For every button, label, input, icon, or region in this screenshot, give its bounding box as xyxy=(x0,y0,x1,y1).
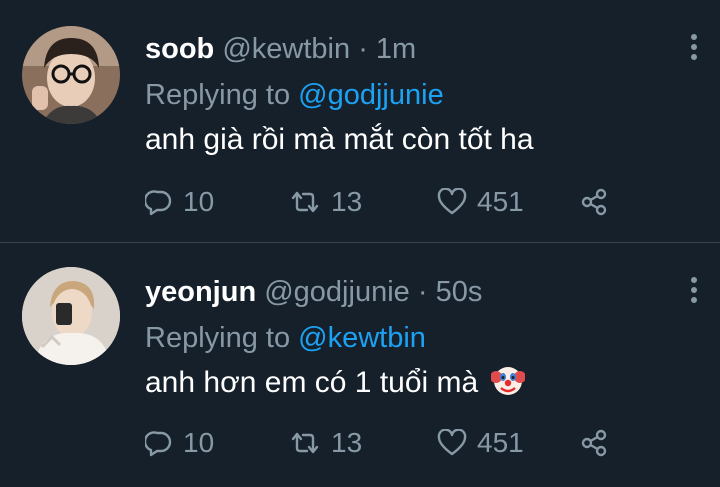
tweet-actions: 10 13 451 xyxy=(145,425,625,465)
tweet-timestamp[interactable]: 1m xyxy=(376,33,416,65)
replying-to-line: Replying to @kewtbin xyxy=(145,319,660,357)
retweet-button[interactable]: 13 xyxy=(289,184,362,220)
like-button[interactable]: 451 xyxy=(437,425,524,461)
reply-count: 10 xyxy=(183,427,215,458)
replying-to-handle[interactable]: @godjjunie xyxy=(298,79,444,111)
reply-button[interactable]: 10 xyxy=(145,425,214,461)
retweet-icon xyxy=(291,191,319,213)
meta-separator: · xyxy=(358,33,368,65)
replying-to-handle[interactable]: @kewtbin xyxy=(298,322,426,354)
like-count: 451 xyxy=(477,427,524,458)
reply-button[interactable]: 10 xyxy=(145,184,214,220)
user-handle[interactable]: @godjjunie xyxy=(264,276,410,308)
display-name[interactable]: yeonjun xyxy=(145,276,256,308)
replying-to-label: Replying to xyxy=(145,322,291,354)
share-button[interactable] xyxy=(579,184,619,220)
retweet-count: 13 xyxy=(331,186,363,217)
like-count: 451 xyxy=(477,186,524,217)
tweet-timestamp[interactable]: 50s xyxy=(436,276,483,308)
user-handle[interactable]: @kewtbin xyxy=(222,33,350,65)
like-button[interactable]: 451 xyxy=(437,184,524,220)
share-icon xyxy=(581,429,607,457)
retweet-button[interactable]: 13 xyxy=(289,425,362,461)
reply-count: 10 xyxy=(183,186,215,217)
retweet-icon xyxy=(291,432,319,454)
share-button[interactable] xyxy=(579,425,619,461)
tweet-1[interactable]: soob @kewtbin · 1m Replying to @godjjuni… xyxy=(0,0,720,242)
tweet-header: yeonjun @godjjunie · 50s xyxy=(145,273,660,311)
heart-icon xyxy=(437,188,467,215)
meta-separator: · xyxy=(417,276,428,308)
retweet-count: 13 xyxy=(331,427,363,458)
heart-icon xyxy=(437,429,467,456)
tweet-text-body: anh già rồi mà mắt còn tốt ha xyxy=(145,123,534,156)
clown-face-emoji xyxy=(489,364,526,409)
tweet-actions: 10 13 451 xyxy=(145,184,625,224)
tweet-text-body: anh hơn em có 1 tuổi mà xyxy=(145,366,479,399)
share-icon xyxy=(581,188,607,216)
replying-to-line: Replying to @godjjunie xyxy=(145,76,660,114)
reply-icon xyxy=(145,190,172,216)
tweet-text: anh hơn em có 1 tuổi mà xyxy=(145,363,660,409)
display-name[interactable]: soob xyxy=(145,33,214,65)
more-icon[interactable] xyxy=(690,277,698,309)
avatar[interactable] xyxy=(22,26,120,124)
more-icon[interactable] xyxy=(690,34,698,66)
reply-icon xyxy=(145,431,172,457)
tweet-text: anh già rồi mà mắt còn tốt ha xyxy=(145,120,660,160)
tweet-2[interactable]: yeonjun @godjjunie · 50s Replying to @ke… xyxy=(0,243,720,487)
tweet-header: soob @kewtbin · 1m xyxy=(145,30,660,68)
replying-to-label: Replying to xyxy=(145,79,291,111)
avatar[interactable] xyxy=(22,267,120,365)
